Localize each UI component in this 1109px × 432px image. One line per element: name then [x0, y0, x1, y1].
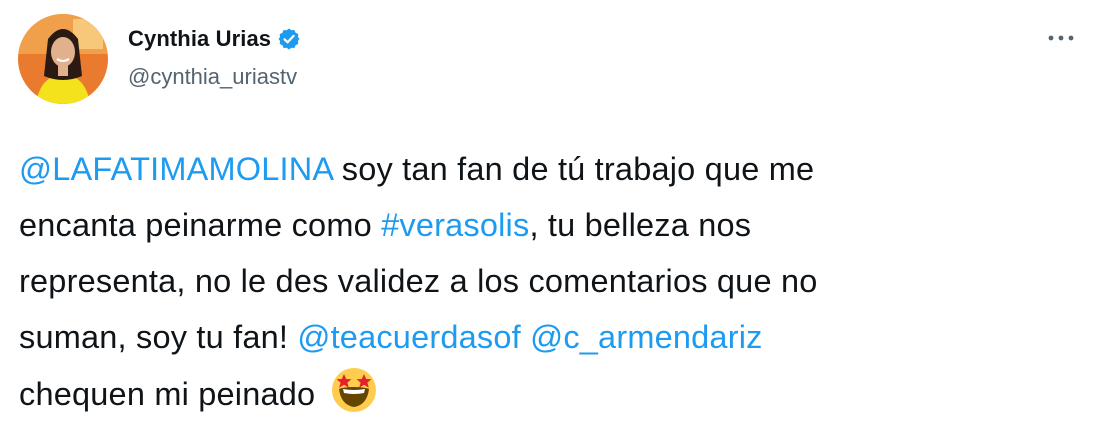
mention-link[interactable]: @c_armendariz [530, 319, 762, 355]
tweet-text-segment: suman, soy tu fan! [19, 319, 298, 355]
tweet-text-segment: soy tan fan de tú trabajo que me [332, 151, 815, 187]
author-handle[interactable]: @cynthia_uriastv [128, 64, 297, 90]
tweet-line-2: encanta peinarme como #verasolis, tu bel… [19, 197, 1079, 253]
tweet-line-5: chequen mi peinado [19, 365, 1079, 422]
avatar-image [18, 14, 108, 104]
avatar[interactable] [18, 14, 108, 104]
tweet-line-3: representa, no le des validez a los come… [19, 253, 1079, 309]
more-options-icon[interactable] [1043, 20, 1079, 56]
author-name-row[interactable]: Cynthia Urias [128, 26, 301, 52]
verified-badge-icon [277, 27, 301, 51]
tweet-text-segment: representa, no le des validez a los come… [19, 263, 818, 299]
tweet-text-segment: chequen mi peinado [19, 376, 316, 412]
star-struck-emoji [329, 365, 379, 415]
tweet-line-4: suman, soy tu fan! @teacuerdasof @c_arme… [19, 309, 1079, 365]
tweet-text-segment: encanta peinarme como [19, 207, 382, 243]
mention-link[interactable]: @teacuerdasof [297, 319, 521, 355]
mention-link[interactable]: @LAFATIMAMOLINA [19, 151, 333, 187]
hashtag-link[interactable]: #verasolis [381, 207, 529, 243]
author-name[interactable]: Cynthia Urias [128, 26, 271, 52]
tweet-text-segment: , tu belleza nos [529, 207, 752, 243]
tweet-text: @LAFATIMAMOLINA soy tan fan de tú trabaj… [19, 141, 1079, 422]
tweet-line-1: @LAFATIMAMOLINA soy tan fan de tú trabaj… [19, 141, 1079, 197]
